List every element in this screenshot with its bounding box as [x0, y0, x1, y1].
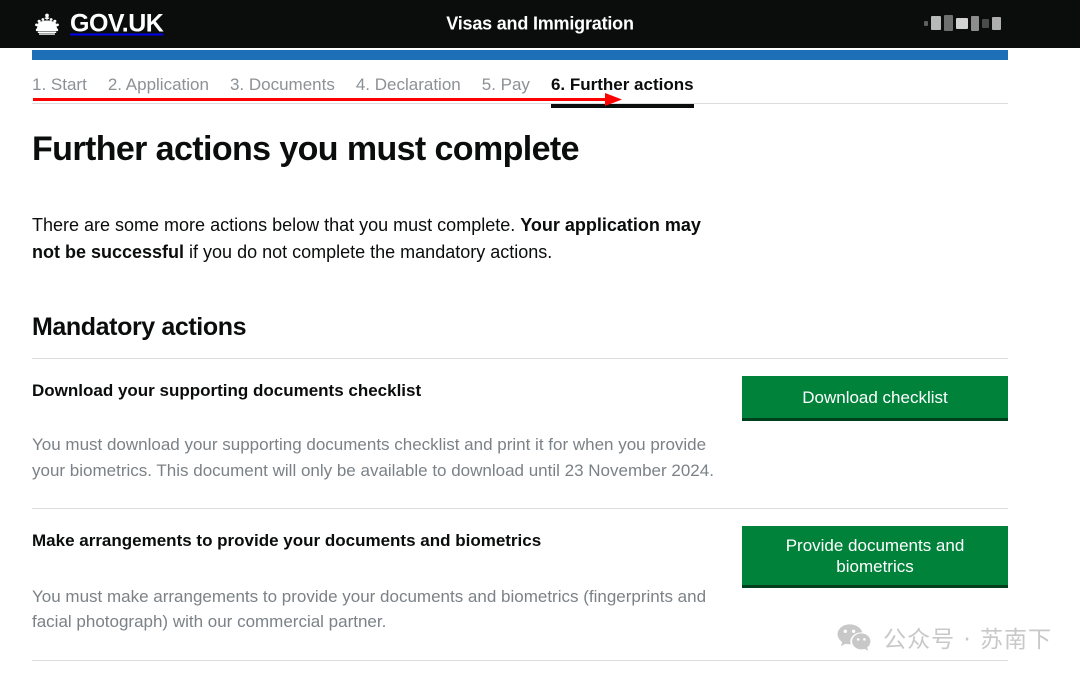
- crown-icon: [32, 12, 62, 36]
- main-content: Further actions you must complete There …: [32, 118, 1008, 662]
- page-title: Further actions you must complete: [32, 130, 580, 168]
- step-item-further-actions[interactable]: 6. Further actions: [550, 74, 694, 109]
- govuk-logo-link[interactable]: GOV.UK: [32, 9, 164, 38]
- step-item-documents[interactable]: 3. Documents: [230, 74, 335, 108]
- action-divider-bottom: [32, 660, 1008, 662]
- action-description: You must download your supporting docume…: [32, 434, 714, 480]
- action-row: Download your supporting documents check…: [32, 359, 1008, 484]
- step-item-declaration[interactable]: 4. Declaration: [356, 74, 461, 108]
- intro-text-after: if you do not complete the mandatory act…: [184, 242, 553, 263]
- action-description: You must make arrangements to provide yo…: [32, 586, 707, 632]
- govuk-header: GOV.UK Visas and Immigration: [0, 0, 1080, 48]
- govuk-wordmark: GOV.UK: [70, 9, 164, 38]
- redacted-account-name: [924, 12, 1008, 34]
- step-item-application[interactable]: 2. Application: [108, 74, 209, 108]
- intro-paragraph: There are some more actions below that y…: [32, 212, 722, 267]
- intro-text-before: There are some more actions below that y…: [32, 215, 521, 236]
- action-heading: Make arrangements to provide your docume…: [32, 530, 542, 550]
- step-item-pay[interactable]: 5. Pay: [482, 74, 530, 108]
- action-heading: Download your supporting documents check…: [32, 380, 422, 400]
- provide-documents-biometrics-button[interactable]: Provide documents and biometrics: [742, 525, 1008, 589]
- step-navigation: 1. Start 2. Application 3. Documents 4. …: [32, 74, 1008, 109]
- section-title-mandatory-actions: Mandatory actions: [32, 312, 247, 341]
- action-row: Make arrangements to provide your docume…: [32, 509, 1008, 636]
- blue-accent-bar: [32, 50, 1008, 60]
- step-item-start[interactable]: 1. Start: [32, 74, 87, 108]
- download-checklist-button[interactable]: Download checklist: [742, 375, 1008, 422]
